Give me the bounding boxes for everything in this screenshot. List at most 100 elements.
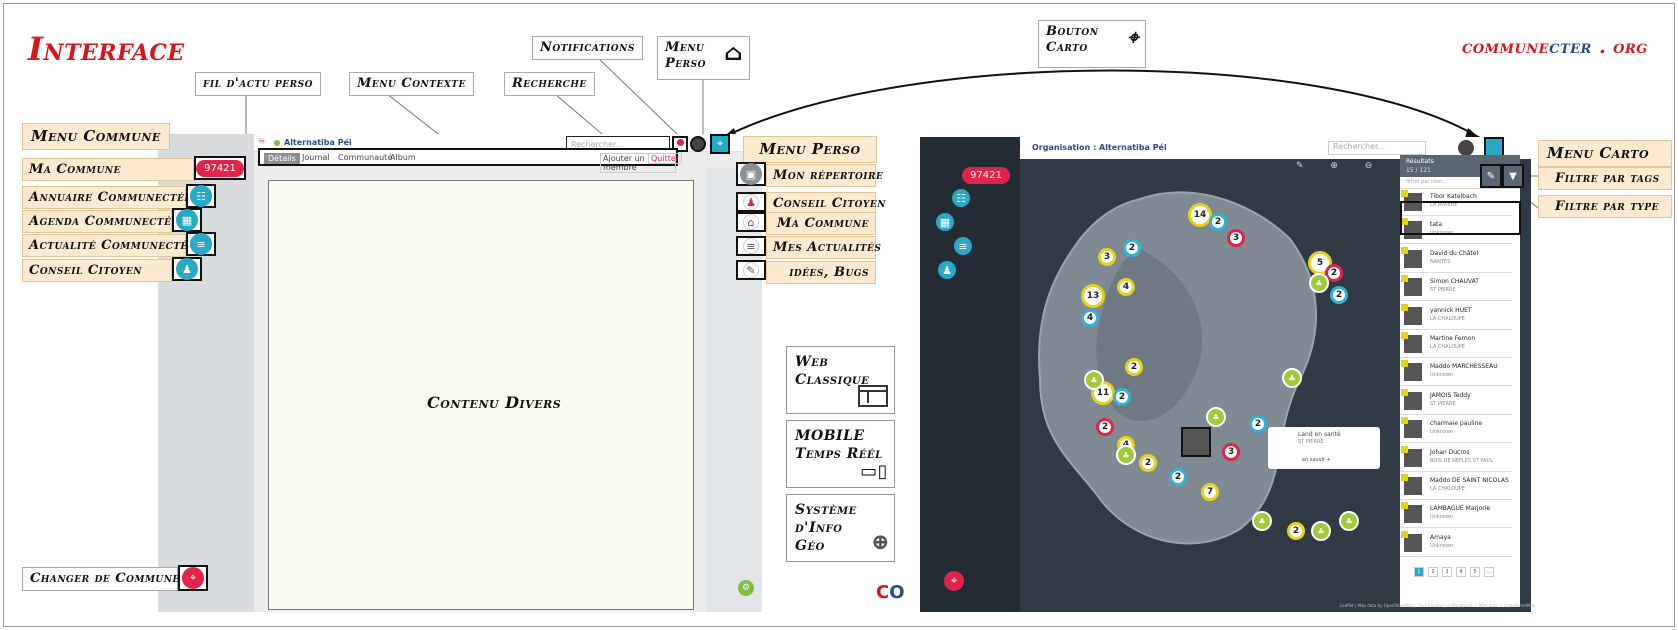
map-cluster[interactable]: 2 <box>1249 415 1267 433</box>
warning-icon <box>1401 303 1408 311</box>
page-button[interactable]: 5 <box>1470 567 1480 577</box>
map-cluster[interactable]: 2 <box>1123 239 1141 257</box>
page-button[interactable]: 3 <box>1442 567 1452 577</box>
result-item[interactable]: JAMOIS Teddy ST PIERRE <box>1400 387 1512 415</box>
map-cluster[interactable]: 2 <box>1169 468 1187 486</box>
page-button[interactable]: ... <box>1484 567 1494 577</box>
annuaire-icon[interactable]: ☷ <box>186 184 216 208</box>
result-item[interactable]: David du Châtel NANTES <box>1400 245 1512 273</box>
menu-commune-item-ma-commune: Ma Commune <box>22 158 194 181</box>
label-bouton-carto: Bouton Carto ⌖ <box>1038 20 1146 68</box>
result-item[interactable]: charmaie pauline Unknown <box>1400 416 1512 444</box>
card-sig-label: Système d'Info Géo <box>795 502 857 554</box>
menu-commune-item-actualite: Actualité Communectée <box>22 234 195 257</box>
map-annuaire-icon[interactable]: ☷ <box>952 189 970 207</box>
label-recherche: Recherche <box>504 72 595 96</box>
card-mobile-label: MOBILE Temps Réél <box>795 428 883 462</box>
tab-album[interactable]: Album <box>390 153 416 162</box>
map-topbar-title: Organisation : Alternatiba Péi <box>1032 143 1167 152</box>
result-item[interactable]: Martine Fernon LA CHALOUPE <box>1400 331 1512 358</box>
result-item[interactable]: Amaya Unknown <box>1400 529 1512 557</box>
label-fil-actu: fil d'actu perso <box>195 72 321 96</box>
map-cluster[interactable]: 3 <box>1098 248 1116 266</box>
map-group-marker[interactable]: ♣ <box>1084 370 1104 390</box>
map-cluster[interactable]: 2 <box>1096 418 1114 436</box>
map-cluster[interactable]: 2 <box>1330 286 1348 304</box>
tab-journal[interactable]: Journal <box>302 153 330 162</box>
results-pagination: 1 2 3 4 5... <box>1414 567 1514 579</box>
card-web-classique-label: Web Classique <box>795 354 870 388</box>
avatar[interactable] <box>690 136 706 152</box>
agenda-icon[interactable]: ▦ <box>172 208 202 232</box>
popup-title: Land en santé <box>1298 431 1341 438</box>
map-cluster[interactable]: 7 <box>1201 483 1219 501</box>
result-name: Martine Fernon <box>1430 335 1476 342</box>
right-sidebar <box>706 168 762 612</box>
result-item[interactable]: Johan Ducros BOIS DE NEFLES ST PAUL <box>1400 444 1512 472</box>
tab-communaute[interactable]: Communauté <box>338 153 392 162</box>
idees-icon[interactable]: ✎ <box>736 260 766 280</box>
map-cluster[interactable]: 2 <box>1287 522 1305 540</box>
repertoire-icon[interactable]: ▣ <box>736 162 766 186</box>
result-location: NANTES <box>1430 258 1451 265</box>
actualite-icon[interactable]: ≡ <box>186 232 216 256</box>
map-agenda-icon[interactable]: ▦ <box>936 213 954 231</box>
map-group-marker[interactable]: ♣ <box>1309 273 1329 293</box>
map-conseil-icon[interactable]: ♟ <box>938 261 956 279</box>
conseil-icon[interactable]: ♟ <box>172 257 202 281</box>
map-commune-badge[interactable]: 97421 <box>962 163 1010 184</box>
home-icon: ⌂ <box>724 40 743 66</box>
map-cluster[interactable]: 2 <box>1209 213 1227 231</box>
map-group-marker[interactable]: ♣ <box>1116 445 1136 465</box>
settings-icon[interactable]: ⚙ <box>738 580 754 596</box>
tag-filter-button[interactable]: ✎ <box>1480 164 1502 188</box>
result-item[interactable]: Simon CHAUVAT ST PIERRE <box>1400 274 1512 302</box>
quit-button[interactable]: Quitter <box>648 153 683 164</box>
warning-icon <box>1401 417 1408 425</box>
result-item[interactable]: Maddo DE SAINT NICOLAS LA CHALOUPE <box>1400 473 1512 500</box>
result-name: Johan Ducros <box>1430 448 1470 456</box>
type-filter-button[interactable]: ▼ <box>1502 164 1524 188</box>
ma-commune-badge[interactable]: 97421 <box>194 156 246 180</box>
map-cluster[interactable]: 2 <box>1125 358 1143 376</box>
popup-link[interactable]: en savoir + <box>1302 457 1331 463</box>
conseil-citoyen-icon[interactable]: ♟ <box>736 192 766 212</box>
map-actualite-icon[interactable]: ≡ <box>954 237 972 255</box>
map-group-marker[interactable]: ♣ <box>1252 511 1272 531</box>
result-item[interactable]: yannick HUET LA CHALOUPE <box>1400 302 1512 330</box>
map-changer-commune-button[interactable]: ⌖ <box>944 571 964 591</box>
map-cluster[interactable]: 3 <box>1222 443 1240 461</box>
map-cluster[interactable]: 4 <box>1117 278 1135 296</box>
page-button[interactable]: 4 <box>1456 567 1466 577</box>
map-avatar[interactable] <box>1458 140 1474 156</box>
map-cluster[interactable]: 13 <box>1081 284 1105 308</box>
tab-details[interactable]: Détails <box>264 153 300 164</box>
menu-perso-item-actualites: Mes Actualités <box>766 236 881 259</box>
map-cluster[interactable]: 2 <box>1139 454 1157 472</box>
first-result-highlight[interactable] <box>1400 201 1521 235</box>
actualites-icon[interactable]: ≡ <box>736 236 766 256</box>
carto-button[interactable]: ⌖ <box>710 134 730 154</box>
map-group-marker[interactable]: ♣ <box>1339 511 1359 531</box>
map-marker-highlight[interactable] <box>1181 427 1211 457</box>
map-group-marker[interactable]: ♣ <box>1311 521 1331 541</box>
map-cluster[interactable]: 2 <box>1113 388 1131 406</box>
result-location: ST PIERRE <box>1430 287 1456 294</box>
warning-icon <box>1401 502 1408 510</box>
map-group-marker[interactable]: ♣ <box>1282 368 1302 388</box>
ma-commune-icon[interactable]: ⌂ <box>736 212 766 232</box>
map-cluster[interactable]: 3 <box>1227 229 1245 247</box>
map-popup: Land en santé ST PIERRE en savoir + <box>1268 427 1380 469</box>
map-cluster[interactable]: 4 <box>1081 309 1099 327</box>
result-location: Unknown <box>1430 429 1454 436</box>
result-item[interactable]: Maddo MARCHESSEAU Unknown <box>1400 359 1512 387</box>
map-search-box[interactable]: Rechercher... <box>1328 141 1426 155</box>
result-item[interactable]: LAMBAGUE Marjorie Unknown <box>1400 501 1512 529</box>
result-name: JAMOIS Teddy <box>1430 391 1471 399</box>
page-button[interactable]: 1 <box>1414 567 1424 577</box>
changer-commune-button[interactable]: ⌖ <box>178 565 208 591</box>
menu-perso-item-idees: idées, Bugs <box>766 261 876 284</box>
result-location: Unknown <box>1430 542 1454 549</box>
page-button[interactable]: 2 <box>1428 567 1438 577</box>
map-group-marker[interactable]: ♣ <box>1206 407 1226 427</box>
